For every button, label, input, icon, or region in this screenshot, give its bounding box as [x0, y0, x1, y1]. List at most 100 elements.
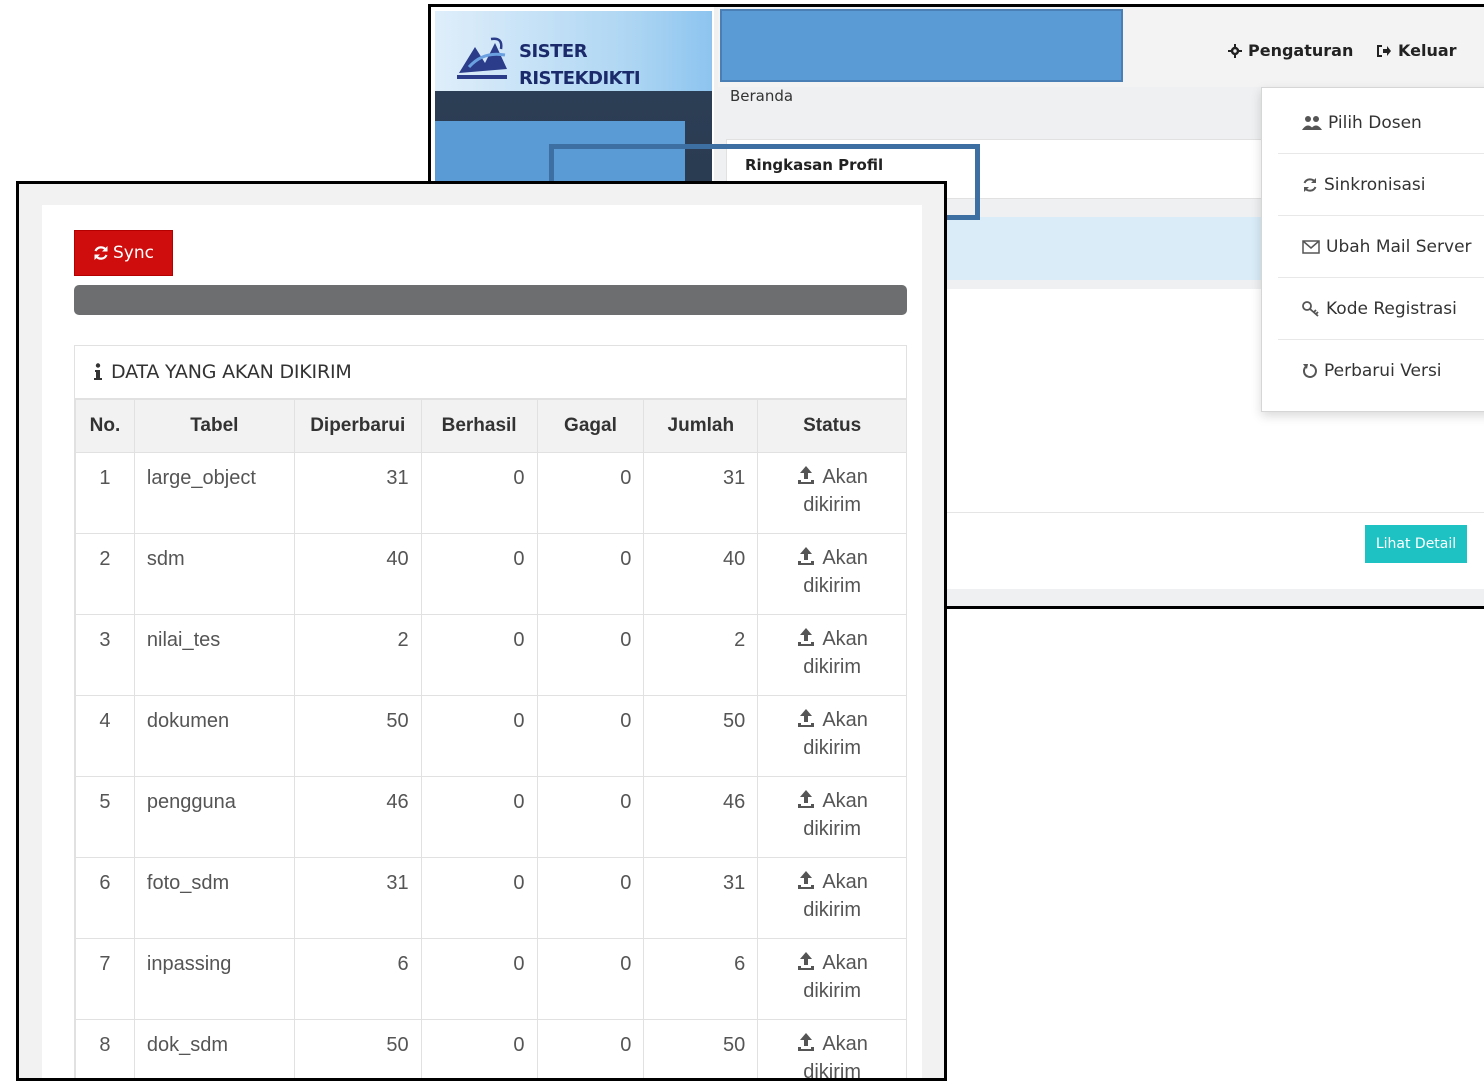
menu-item-ubah-mail-server[interactable]: Ubah Mail Server [1262, 216, 1484, 278]
column-header-berhasil: Berhasil [421, 400, 537, 453]
cell-tabel: sdm [134, 534, 294, 615]
cell-gagal: 0 [537, 858, 644, 939]
status-text-line2: dikirim [803, 1061, 861, 1081]
table-row: 3 nilai_tes 2 0 0 2 Akandikirim [76, 615, 907, 696]
cell-berhasil: 0 [421, 777, 537, 858]
menu-item-label: Perbarui Versi [1324, 361, 1442, 381]
cell-gagal: 0 [537, 939, 644, 1020]
cell-status: Akandikirim [758, 858, 907, 939]
cell-diperbarui: 40 [294, 534, 421, 615]
settings-label: Pengaturan [1248, 41, 1353, 60]
status-text-line2: dikirim [803, 899, 861, 921]
cell-diperbarui: 2 [294, 615, 421, 696]
menu-item-sinkronisasi[interactable]: Sinkronisasi [1262, 154, 1484, 216]
sync-button[interactable]: Sync [74, 230, 173, 276]
table-header-row: No. Tabel Diperbarui Berhasil Gagal Juml… [76, 400, 907, 453]
detail-button[interactable]: Lihat Detail [1365, 525, 1467, 563]
cell-jumlah: 31 [644, 453, 758, 534]
cell-tabel: foto_sdm [134, 858, 294, 939]
brand-header: SISTER RISTEKDIKTI [435, 11, 712, 91]
column-header-no: No. [76, 400, 135, 453]
refresh-icon [1302, 177, 1318, 193]
cell-status: Akan dikirim [758, 1020, 907, 1081]
menu-item-perbarui-versi[interactable]: Perbarui Versi [1262, 340, 1484, 402]
logout-link[interactable]: Keluar [1376, 41, 1457, 60]
envelope-icon [1302, 240, 1320, 254]
cell-no: 8 [76, 1020, 135, 1081]
table-row: 2 sdm 40 0 0 40 Akandikirim [76, 534, 907, 615]
cell-jumlah: 46 [644, 777, 758, 858]
key-icon [1302, 301, 1320, 317]
column-header-status: Status [758, 400, 907, 453]
column-header-gagal: Gagal [537, 400, 644, 453]
cell-diperbarui: 50 [294, 696, 421, 777]
refresh-icon [93, 245, 109, 261]
status-text-line1: Akan [822, 790, 868, 812]
cell-status: Akandikirim [758, 615, 907, 696]
cell-no: 3 [76, 615, 135, 696]
menu-item-label: Pilih Dosen [1328, 113, 1422, 133]
status-text-line2: dikirim [803, 980, 861, 1002]
cell-diperbarui: 31 [294, 858, 421, 939]
cell-jumlah: 6 [644, 939, 758, 1020]
cell-no: 4 [76, 696, 135, 777]
sync-progress-bar [74, 285, 907, 315]
cell-status: Akandikirim [758, 939, 907, 1020]
status-text-line1: Akan [822, 1033, 868, 1055]
status-text-line2: dikirim [803, 494, 861, 516]
sync-progress-fill [74, 285, 907, 315]
brand-title-line2: RISTEKDIKTI [519, 68, 640, 89]
upload-icon [796, 465, 816, 485]
cell-gagal: 0 [537, 534, 644, 615]
logout-label: Keluar [1398, 41, 1457, 60]
cell-tabel: dokumen [134, 696, 294, 777]
breadcrumb[interactable]: Beranda [730, 87, 793, 105]
menu-item-pilih-dosen[interactable]: Pilih Dosen [1262, 92, 1484, 154]
sync-data-table: No. Tabel Diperbarui Berhasil Gagal Juml… [75, 399, 907, 1081]
table-row: 7 inpassing 6 0 0 6 Akandikirim [76, 939, 907, 1020]
cell-gagal: 0 [537, 1020, 644, 1081]
cell-diperbarui: 46 [294, 777, 421, 858]
upload-icon [796, 627, 816, 647]
cell-tabel: nilai_tes [134, 615, 294, 696]
data-box-header: DATA YANG AKAN DIKIRIM [75, 346, 906, 399]
sign-out-icon [1376, 44, 1392, 58]
menu-item-label: Ubah Mail Server [1326, 237, 1472, 257]
cell-jumlah: 50 [644, 1020, 758, 1081]
cell-no: 7 [76, 939, 135, 1020]
menu-item-label: Kode Registrasi [1326, 299, 1457, 319]
cell-berhasil: 0 [421, 858, 537, 939]
cell-diperbarui: 6 [294, 939, 421, 1020]
cell-status: Akandikirim [758, 453, 907, 534]
cell-gagal: 0 [537, 777, 644, 858]
status-text-line1: Akan [822, 547, 868, 569]
ristekdikti-logo-icon [455, 33, 511, 83]
cell-tabel: inpassing [134, 939, 294, 1020]
cell-gagal: 0 [537, 696, 644, 777]
cell-tabel: pengguna [134, 777, 294, 858]
cell-no: 5 [76, 777, 135, 858]
status-text-line2: dikirim [803, 737, 861, 759]
cell-berhasil: 0 [421, 534, 537, 615]
table-row: 4 dokumen 50 0 0 50 Akandikirim [76, 696, 907, 777]
reload-icon [1302, 363, 1318, 379]
cell-no: 1 [76, 453, 135, 534]
cell-jumlah: 50 [644, 696, 758, 777]
sync-button-label: Sync [113, 243, 154, 263]
column-header-diperbarui: Diperbarui [294, 400, 421, 453]
cell-tabel: dok_sdm [134, 1020, 294, 1081]
cell-status: Akandikirim [758, 696, 907, 777]
redacted-header-block [720, 9, 1123, 82]
cell-jumlah: 31 [644, 858, 758, 939]
status-text-line2: dikirim [803, 818, 861, 840]
cell-status: Akan dikirim [758, 777, 907, 858]
cell-tabel: large_object [134, 453, 294, 534]
info-icon [93, 363, 103, 381]
cell-berhasil: 0 [421, 1020, 537, 1081]
data-to-send-box: DATA YANG AKAN DIKIRIM No. Tabel Diperba… [74, 345, 907, 1081]
cell-jumlah: 40 [644, 534, 758, 615]
cell-berhasil: 0 [421, 615, 537, 696]
menu-item-kode-registrasi[interactable]: Kode Registrasi [1262, 278, 1484, 340]
status-text-line1: Akan [822, 628, 868, 650]
settings-menu-toggle[interactable]: Pengaturan [1228, 41, 1353, 60]
